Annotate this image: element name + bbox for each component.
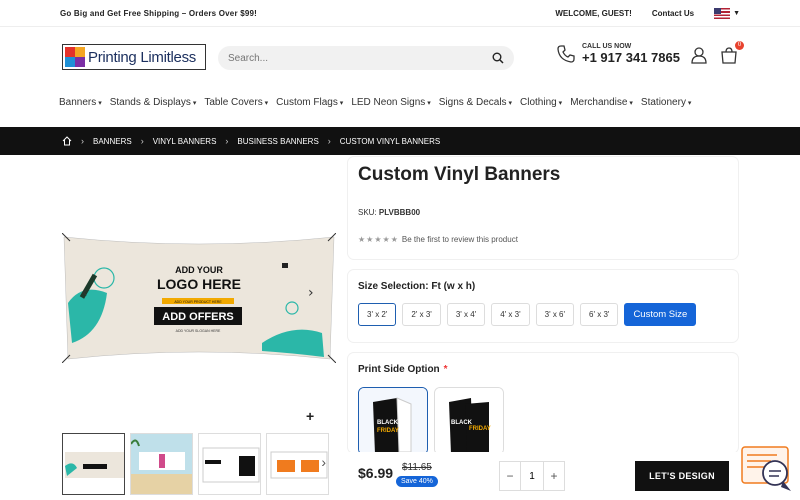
- call-us[interactable]: CALL US NOW +1 917 341 7865: [556, 43, 680, 65]
- original-price: $11.65: [402, 462, 432, 473]
- breadcrumb-banners[interactable]: BANNERS: [93, 137, 132, 146]
- sku-value: PLVBBB00: [378, 208, 421, 217]
- star-rating-icon: ★★★★★: [358, 235, 399, 244]
- svg-text:BLACK: BLACK: [377, 420, 399, 426]
- banner-text-3: ADD YOUR PRODUCT HERE: [174, 300, 222, 304]
- product-title: Custom Vinyl Banners: [358, 164, 561, 185]
- breadcrumb-current: CUSTOM VINYL BANNERS: [339, 136, 441, 146]
- banner-text-2: LOGO HERE: [157, 276, 241, 292]
- product-rating: ★★★★★ Be the first to review this product: [358, 235, 518, 244]
- nav-item-merchandise[interactable]: Merchandise: [570, 97, 633, 108]
- required-marker: *: [443, 364, 448, 375]
- quantity-increase-button[interactable]: +: [544, 469, 564, 483]
- search-input[interactable]: [228, 52, 492, 64]
- breadcrumb-separator: ›: [140, 136, 144, 146]
- quantity-stepper: − +: [499, 461, 565, 491]
- current-price: $6.99: [358, 465, 394, 481]
- size-option[interactable]: 3' x 2': [358, 303, 397, 326]
- breadcrumb-separator: ›: [327, 136, 331, 146]
- svg-text:FRIDAY: FRIDAY: [469, 426, 491, 432]
- zoom-plus-icon[interactable]: +: [306, 408, 314, 424]
- breadcrumb: › BANNERS › VINYL BANNERS › BUSINESS BAN…: [0, 127, 800, 155]
- discount-badge: Save 40%: [396, 476, 438, 487]
- thumbnail[interactable]: ›: [266, 433, 329, 495]
- size-options: 3' x 2' 2' x 3' 3' x 4' 4' x 3' 3' x 6' …: [358, 303, 697, 326]
- banner-text-5: ADD YOUR SLOGAN HERE: [176, 329, 221, 333]
- svg-text:FRIDAY: FRIDAY: [377, 428, 399, 434]
- call-label: CALL US NOW: [582, 43, 632, 50]
- custom-size-button[interactable]: Custom Size: [624, 303, 697, 326]
- gallery-prev-arrow[interactable]: ‹: [82, 285, 88, 301]
- size-selection-label: Size Selection: Ft (w x h): [358, 281, 476, 292]
- nav-item-signs-decals[interactable]: Signs & Decals: [439, 97, 512, 108]
- banner-text-4: ADD OFFERS: [162, 311, 234, 323]
- search-icon[interactable]: [492, 52, 504, 64]
- print-side-option-double[interactable]: BLACK FRIDAY: [434, 387, 504, 455]
- thumbnail-strip: ›: [62, 433, 329, 495]
- thumbnail[interactable]: [62, 433, 125, 495]
- nav-item-stationery[interactable]: Stationery: [641, 97, 692, 108]
- size-option[interactable]: 4' x 3': [491, 303, 530, 326]
- nav-item-banners[interactable]: Banners: [59, 97, 102, 108]
- breadcrumb-vinyl-banners[interactable]: VINYL BANNERS: [153, 137, 217, 146]
- main-nav: Banners Stands & Displays Table Covers Cust…: [59, 97, 691, 108]
- size-option[interactable]: 2' x 3': [402, 303, 441, 326]
- language-selector[interactable]: ▼: [714, 7, 740, 19]
- cart-count-badge: 0: [735, 41, 744, 50]
- welcome-text: WELCOME, GUEST!: [555, 8, 632, 18]
- product-gallery: ADD YOUR LOGO HERE ADD YOUR PRODUCT HERE…: [62, 165, 336, 427]
- gallery-next-arrow[interactable]: ›: [308, 285, 314, 301]
- chevron-down-icon: ▼: [733, 9, 740, 17]
- nav-item-stands-displays[interactable]: Stands & Displays: [110, 97, 197, 108]
- logo-text: Printing Limitless: [88, 48, 196, 66]
- quantity-input[interactable]: [520, 462, 544, 490]
- thumbnail[interactable]: [130, 433, 193, 495]
- print-side-label: Print Side Option *: [358, 364, 448, 375]
- user-icon[interactable]: [690, 46, 708, 64]
- promo-text: Go Big and Get Free Shipping – Orders Ov…: [60, 8, 258, 18]
- phone-number: +1 917 341 7865: [582, 50, 680, 65]
- print-side-label-text: Print Side Option: [358, 364, 440, 375]
- home-icon[interactable]: [62, 136, 72, 146]
- top-bar: Go Big and Get Free Shipping – Orders Ov…: [0, 0, 800, 27]
- size-option[interactable]: 3' x 4': [446, 303, 486, 326]
- thumbnail-next-arrow[interactable]: ›: [321, 454, 326, 470]
- nav-item-table-covers[interactable]: Table Covers: [204, 97, 268, 108]
- search-bar: [218, 46, 514, 70]
- nav-item-clothing[interactable]: Clothing: [520, 97, 562, 108]
- size-option[interactable]: 6' x 3': [580, 303, 619, 326]
- breadcrumb-separator: ›: [81, 136, 84, 146]
- us-flag-icon: [714, 7, 731, 19]
- product-sku: SKU: PLVBBB00: [358, 208, 420, 217]
- banner-text-1: ADD YOUR: [175, 265, 223, 275]
- shopping-bag-icon: [721, 47, 737, 64]
- chat-support-icon[interactable]: [741, 445, 793, 493]
- contact-link[interactable]: Contact Us: [652, 9, 694, 18]
- cart-button[interactable]: 0: [720, 41, 744, 69]
- phone-icon: [557, 45, 575, 63]
- breadcrumb-business-banners[interactable]: BUSINESS BANNERS: [237, 137, 318, 146]
- product-main-image[interactable]: ADD YOUR LOGO HERE ADD YOUR PRODUCT HERE…: [62, 233, 336, 363]
- quantity-decrease-button[interactable]: −: [500, 469, 520, 483]
- nav-item-led-neon-signs[interactable]: LED Neon Signs: [351, 97, 430, 108]
- nav-item-custom-flags[interactable]: Custom Flags: [276, 97, 343, 108]
- lets-design-button[interactable]: LET'S DESIGN: [635, 461, 729, 491]
- thumbnail[interactable]: [198, 433, 261, 495]
- logo-mark-icon: [65, 47, 85, 67]
- sku-label: SKU:: [358, 208, 377, 217]
- review-link[interactable]: Be the first to review this product: [402, 235, 518, 244]
- breadcrumb-separator: ›: [225, 136, 229, 146]
- site-logo[interactable]: Printing Limitless: [62, 44, 206, 70]
- print-side-option-single[interactable]: BLACK FRIDAY: [358, 387, 428, 455]
- size-option[interactable]: 3' x 6': [535, 303, 575, 326]
